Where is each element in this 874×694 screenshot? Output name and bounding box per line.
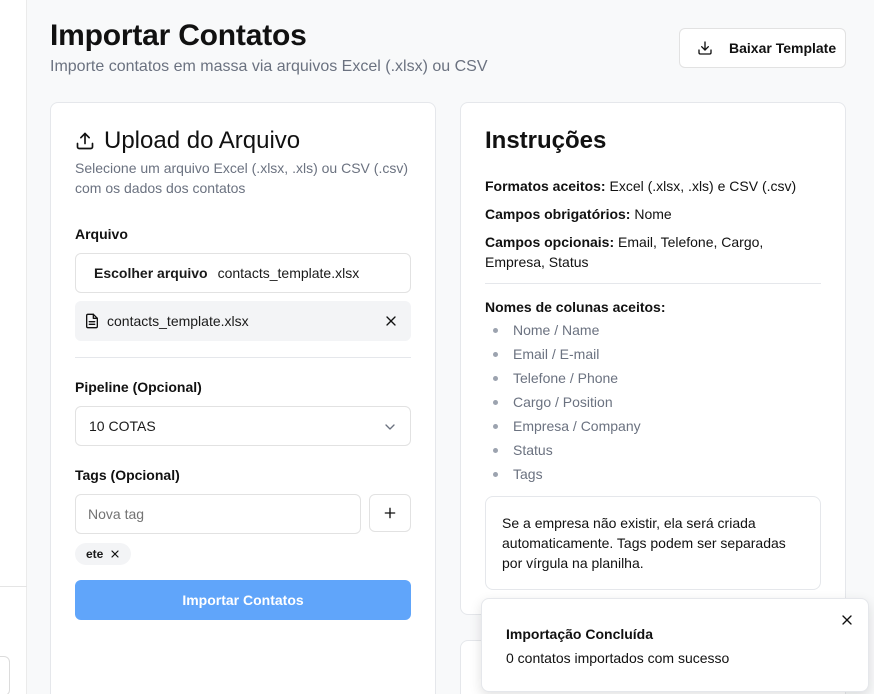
- remove-file-icon[interactable]: [383, 313, 399, 329]
- upload-icon: [76, 132, 94, 150]
- download-icon: [698, 41, 712, 55]
- tag-label: ete: [86, 547, 104, 561]
- pipeline-label: Pipeline (Opcional): [75, 379, 202, 395]
- column-name: Tags: [513, 466, 543, 482]
- formats-line: Formatos aceitos: Excel (.xlsx, .xls) e …: [485, 176, 821, 196]
- column-name: Status: [513, 442, 553, 458]
- bullet-icon: [493, 327, 498, 333]
- file-input[interactable]: Escolher arquivo contacts_template.xlsx: [75, 253, 411, 293]
- list-item: Empresa / Company: [485, 414, 641, 438]
- columns-line: Nomes de colunas aceitos:: [485, 297, 821, 317]
- remove-tag-icon[interactable]: [109, 548, 121, 560]
- tag-badge: ete: [75, 543, 132, 565]
- bullet-icon: [493, 423, 498, 429]
- instructions-card: Instruções Formatos aceitos: Excel (.xls…: [460, 102, 846, 615]
- bullet-icon: [493, 447, 498, 453]
- chevron-down-icon: [385, 424, 395, 430]
- toast-title: Importação Concluída: [506, 626, 654, 642]
- tag-input[interactable]: [75, 494, 361, 534]
- divider: [75, 357, 411, 358]
- file-icon: [86, 313, 98, 329]
- tags-label: Tags (Opcional): [75, 467, 180, 483]
- list-item: Email / E-mail: [485, 342, 641, 366]
- toast-message: 0 contatos importados com sucesso: [506, 650, 730, 666]
- sidebar-control[interactable]: [0, 656, 10, 694]
- formats-value: Excel (.xlsx, .xls) e CSV (.csv): [609, 178, 797, 194]
- column-name: Telefone / Phone: [513, 370, 619, 386]
- upload-title-text: Upload do Arquivo: [104, 127, 301, 154]
- selected-file-name: contacts_template.xlsx: [107, 313, 249, 329]
- list-item: Status: [485, 438, 641, 462]
- download-template-label: Baixar Template: [729, 40, 837, 56]
- instructions-title: Instruções: [485, 127, 607, 154]
- toast-notification: Importação Concluída 0 contatos importad…: [481, 598, 869, 692]
- columns-label: Nomes de colunas aceitos:: [485, 299, 666, 315]
- close-icon[interactable]: [839, 612, 855, 628]
- upload-card-title: Upload do Arquivo: [75, 127, 300, 155]
- divider: [485, 283, 821, 284]
- add-tag-button[interactable]: [369, 494, 411, 532]
- pipeline-value: 10 COTAS: [89, 418, 156, 434]
- sidebar-divider: [0, 586, 27, 587]
- file-label: Arquivo: [75, 226, 128, 242]
- page-title: Importar Contatos: [50, 19, 307, 52]
- formats-label: Formatos aceitos:: [485, 178, 606, 194]
- import-contacts-button[interactable]: Importar Contatos: [75, 580, 411, 620]
- plus-icon: [384, 507, 396, 519]
- column-name: Nome / Name: [513, 322, 600, 338]
- list-item: Tags: [485, 462, 641, 486]
- bullet-icon: [493, 375, 498, 381]
- optional-line: Campos opcionais: Email, Telefone, Cargo…: [485, 232, 821, 272]
- columns-list: Nome / Name Email / E-mail Telefone / Ph…: [485, 318, 641, 486]
- upload-card: Upload do Arquivo Selecione um arquivo E…: [50, 102, 436, 694]
- bullet-icon: [493, 399, 498, 405]
- list-item: Cargo / Position: [485, 390, 641, 414]
- column-name: Empresa / Company: [513, 418, 641, 434]
- required-label: Campos obrigatórios:: [485, 206, 631, 222]
- page-subtitle: Importe contatos em massa via arquivos E…: [50, 58, 488, 75]
- bullet-icon: [493, 471, 498, 477]
- column-name: Cargo / Position: [513, 394, 613, 410]
- note-box: Se a empresa não existir, ela será criad…: [485, 496, 821, 590]
- choose-file-button[interactable]: Escolher arquivo: [94, 265, 208, 281]
- list-item: Nome / Name: [485, 318, 641, 342]
- chosen-file-name: contacts_template.xlsx: [217, 265, 360, 281]
- pipeline-select[interactable]: 10 COTAS: [75, 406, 411, 446]
- bullet-icon: [493, 351, 498, 357]
- optional-label: Campos opcionais:: [485, 234, 615, 250]
- selected-file: contacts_template.xlsx: [75, 301, 411, 341]
- sidebar-edge: [0, 0, 27, 694]
- list-item: Telefone / Phone: [485, 366, 641, 390]
- column-name: Email / E-mail: [513, 346, 600, 362]
- required-line: Campos obrigatórios: Nome: [485, 204, 821, 224]
- required-value: Nome: [634, 206, 672, 222]
- upload-description: Selecione um arquivo Excel (.xlsx, .xls)…: [75, 160, 408, 196]
- download-template-button[interactable]: Baixar Template: [679, 28, 846, 68]
